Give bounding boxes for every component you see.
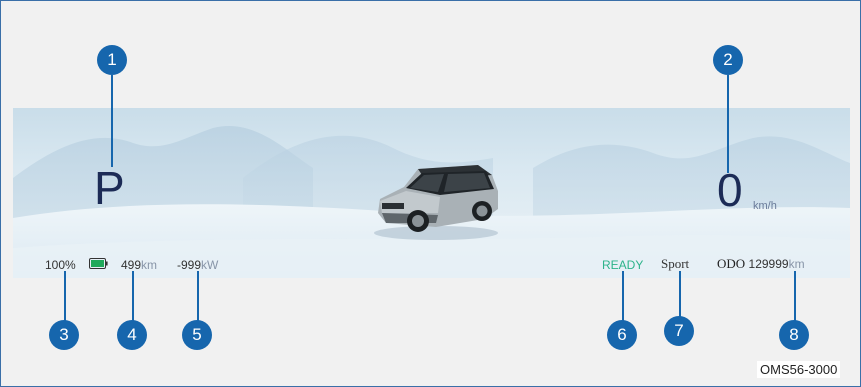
- drive-mode-indicator: Sport: [661, 256, 690, 271]
- callout-8: 8: [779, 320, 809, 350]
- suv-vehicle-icon: [374, 165, 498, 240]
- power-readout: -999kW: [177, 258, 218, 272]
- callout-8-leader: [794, 271, 796, 321]
- odometer-value: 129999: [748, 257, 789, 271]
- odometer-readout: ODO 129999km: [717, 256, 805, 272]
- battery-percent: 100%: [45, 258, 76, 272]
- callout-2: 2: [713, 45, 743, 75]
- power-value: -999: [177, 258, 202, 272]
- callout-3: 3: [49, 320, 79, 350]
- callout-5-leader: [197, 271, 199, 321]
- ready-indicator: READY: [602, 258, 644, 272]
- callout-6-leader: [622, 271, 624, 321]
- odometer-unit: km: [788, 257, 805, 271]
- range-unit: km: [141, 258, 158, 272]
- speed-value: 0: [717, 164, 743, 216]
- callout-5: 5: [182, 320, 212, 350]
- speed-unit: km/h: [753, 200, 777, 212]
- figure-code: OMS56-3000: [757, 361, 841, 378]
- instrument-cluster-figure: P 0 km/h 100% 499km -999kW READY Sport O…: [0, 0, 861, 387]
- odometer-label: ODO: [717, 256, 746, 271]
- gear-indicator: P: [94, 162, 125, 214]
- callout-4: 4: [117, 320, 147, 350]
- power-unit: kW: [201, 258, 219, 272]
- callout-7-leader: [679, 271, 681, 317]
- callout-6: 6: [607, 320, 637, 350]
- range-readout: 499km: [121, 258, 157, 272]
- range-value: 499: [121, 258, 142, 272]
- callout-7: 7: [664, 316, 694, 346]
- callout-2-leader: [727, 75, 729, 173]
- callout-3-leader: [64, 271, 66, 321]
- callout-4-leader: [132, 271, 134, 321]
- callout-1-leader: [111, 75, 113, 167]
- callout-1: 1: [97, 45, 127, 75]
- battery-full-icon: [89, 258, 108, 269]
